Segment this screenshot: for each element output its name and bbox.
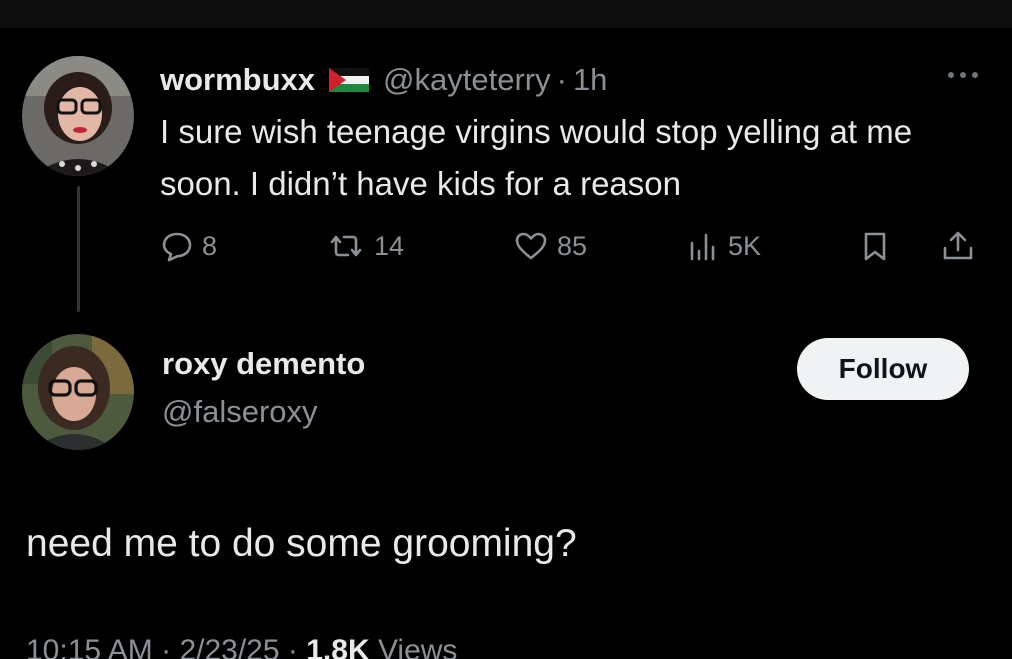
bookmark-button[interactable] (860, 226, 890, 266)
author-display-name[interactable]: wormbuxx (160, 62, 315, 98)
repost-count: 14 (374, 230, 405, 261)
views-button[interactable]: 5K (686, 226, 761, 266)
author-handle[interactable]: @kayteterry (383, 62, 551, 98)
analytics-icon (686, 229, 720, 263)
reply-icon (160, 229, 194, 263)
reply-to-tweet-text: I sure wish teenage virgins would stop y… (160, 113, 913, 202)
tweet-time[interactable]: 10:15 AM (26, 634, 153, 659)
bookmark-icon (860, 229, 890, 263)
author-handle[interactable]: @falseroxy (162, 394, 318, 430)
avatar[interactable] (22, 334, 134, 450)
avatar[interactable] (22, 56, 134, 176)
thread-connector-line (77, 186, 80, 312)
separator-dot: · (161, 634, 172, 659)
like-button[interactable]: 85 (513, 226, 587, 266)
tweet-timestamp[interactable]: 1h (573, 62, 607, 98)
tweet-detail-screen: wormbuxx @kayteterry · 1h I sure wish te… (0, 0, 1012, 659)
reply-button[interactable]: 8 (160, 226, 217, 266)
like-count: 85 (557, 230, 588, 261)
author-display-name[interactable]: roxy demento (162, 346, 365, 382)
reply-to-tweet-header: wormbuxx @kayteterry · 1h (160, 58, 607, 102)
separator-dot: · (556, 62, 567, 97)
more-options-icon[interactable] (942, 66, 984, 84)
views-total: 1.8K (306, 634, 370, 659)
palestine-flag-icon (329, 68, 370, 92)
views-label: Views (377, 634, 458, 659)
tweet-date[interactable]: 2/23/25 (179, 634, 279, 659)
main-tweet-text: need me to do some grooming? (26, 522, 577, 565)
repost-icon (326, 229, 366, 263)
repost-button[interactable]: 14 (326, 226, 404, 266)
separator-dot: · (287, 634, 298, 659)
reply-count: 8 (202, 230, 218, 261)
follow-button[interactable]: Follow (797, 338, 969, 400)
status-bar (0, 0, 1012, 28)
views-count: 5K (728, 230, 762, 261)
share-icon (940, 229, 976, 263)
tweet-meta: 10:15 AM · 2/23/25 · 1.8K Views (26, 634, 457, 659)
share-button[interactable] (940, 226, 976, 266)
heart-icon (513, 229, 549, 263)
